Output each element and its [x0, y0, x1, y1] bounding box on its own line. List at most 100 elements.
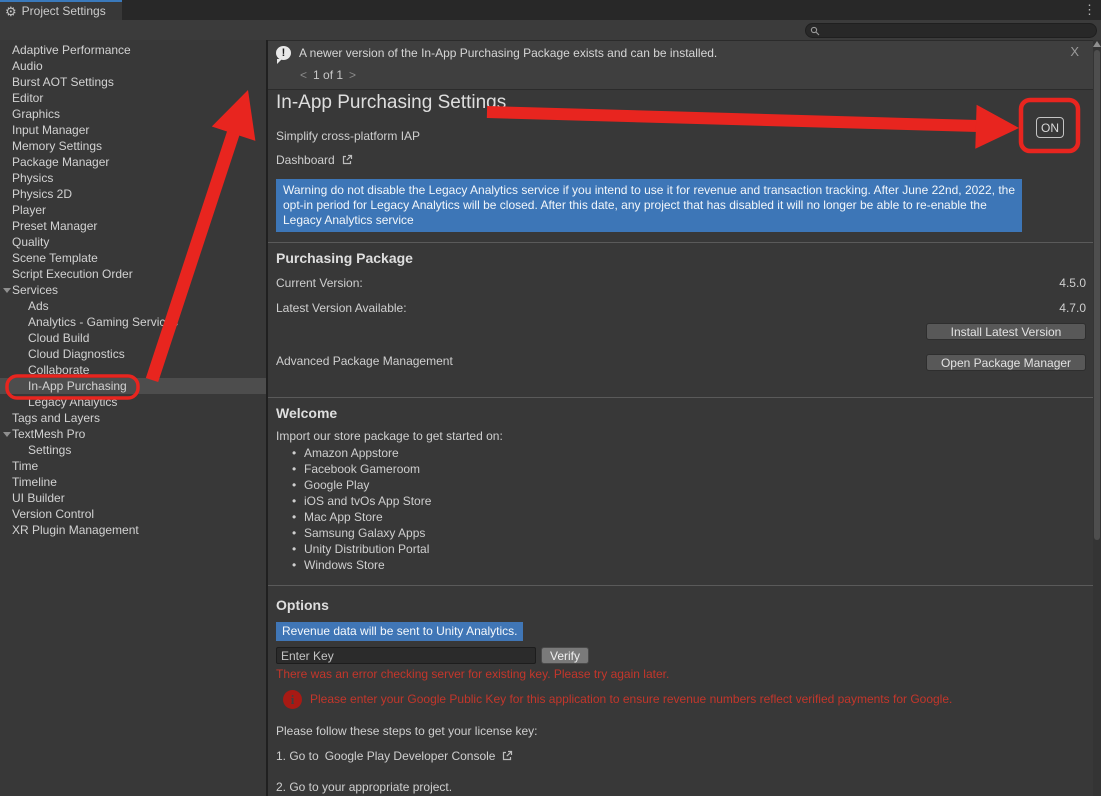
pager-count: 1 of 1 [313, 68, 343, 82]
sidebar-item[interactable]: Settings [0, 442, 266, 458]
gear-icon: ⚙ [5, 5, 17, 18]
sidebar-item-label: Physics 2D [12, 187, 72, 201]
sidebar-item-label: Cloud Diagnostics [28, 347, 125, 361]
search-input[interactable] [823, 25, 1083, 37]
close-icon[interactable]: X [1070, 44, 1079, 59]
current-version-label: Current Version: [276, 276, 363, 290]
sidebar-item[interactable]: Time [0, 458, 266, 474]
google-key-input[interactable] [276, 647, 536, 664]
sidebar-item[interactable]: Package Manager [0, 154, 266, 170]
search-box[interactable] [805, 23, 1097, 38]
sidebar-item[interactable]: In-App Purchasing [0, 378, 266, 394]
notification-banner: ! A newer version of the In-App Purchasi… [268, 40, 1093, 90]
sidebar-item[interactable]: Timeline [0, 474, 266, 490]
sidebar-list: Adaptive Performance Audio Burst AOT Set… [0, 40, 266, 538]
sidebar-item[interactable]: Services [0, 282, 266, 298]
sidebar-item[interactable]: Editor [0, 90, 266, 106]
license-steps-intro: Please follow these steps to get your li… [276, 724, 537, 738]
store-list: Amazon AppstoreFacebook GameroomGoogle P… [292, 445, 431, 573]
sidebar-item-label: Script Execution Order [12, 267, 133, 281]
external-link-icon[interactable] [341, 154, 353, 166]
vertical-scrollbar[interactable] [1093, 40, 1101, 796]
open-package-manager-button[interactable]: Open Package Manager [926, 354, 1086, 371]
sidebar-item[interactable]: Quality [0, 234, 266, 250]
store-list-item: Facebook Gameroom [292, 461, 431, 477]
scrollbar-thumb[interactable] [1094, 50, 1100, 540]
sidebar-item[interactable]: Version Control [0, 506, 266, 522]
sidebar-item[interactable]: Cloud Build [0, 330, 266, 346]
sidebar-item-label: Analytics - Gaming Services [28, 315, 178, 329]
iap-on-toggle[interactable]: ON [1036, 117, 1064, 138]
pager-next-button[interactable]: > [349, 68, 356, 82]
notification-pager: < 1 of 1 > [300, 68, 356, 82]
sidebar-item[interactable]: Script Execution Order [0, 266, 266, 282]
sidebar-item[interactable]: Player [0, 202, 266, 218]
purchasing-package-heading: Purchasing Package [276, 250, 413, 266]
alert-bubble-icon: ! [276, 46, 291, 60]
sidebar-item-label: Settings [28, 443, 71, 457]
step2-text: 2. Go to your appropriate project. [276, 780, 452, 794]
install-latest-version-button[interactable]: Install Latest Version [926, 323, 1086, 340]
scroll-up-icon[interactable] [1093, 41, 1101, 47]
sidebar-item[interactable]: XR Plugin Management [0, 522, 266, 538]
sidebar-item-label: Audio [12, 59, 43, 73]
store-list-item: Google Play [292, 477, 431, 493]
sidebar-item[interactable]: Burst AOT Settings [0, 74, 266, 90]
welcome-intro: Import our store package to get started … [276, 429, 503, 443]
error-info-icon: i [283, 690, 302, 709]
sidebar-item[interactable]: Ads [0, 298, 266, 314]
google-play-console-link[interactable]: Google Play Developer Console [325, 749, 496, 763]
sidebar-item[interactable]: Memory Settings [0, 138, 266, 154]
sidebar-item-label: Player [12, 203, 46, 217]
sidebar-item[interactable]: Legacy Analytics [0, 394, 266, 410]
sidebar-item[interactable]: Audio [0, 58, 266, 74]
sidebar-item-label: Cloud Build [28, 331, 89, 345]
sidebar-item[interactable]: TextMesh Pro [0, 426, 266, 442]
sidebar-item-label: UI Builder [12, 491, 65, 505]
tab-title: Project Settings [22, 4, 106, 18]
main-panel: ! A newer version of the In-App Purchasi… [268, 40, 1101, 796]
sidebar-item-label: XR Plugin Management [12, 523, 139, 537]
store-list-item: iOS and tvOs App Store [292, 493, 431, 509]
settings-sidebar: Adaptive Performance Audio Burst AOT Set… [0, 40, 268, 796]
sidebar-item[interactable]: UI Builder [0, 490, 266, 506]
page-subtitle: Simplify cross-platform IAP [276, 129, 420, 143]
sidebar-item[interactable]: Preset Manager [0, 218, 266, 234]
notification-message: A newer version of the In-App Purchasing… [299, 46, 717, 60]
store-list-item: Mac App Store [292, 509, 431, 525]
sidebar-item[interactable]: Analytics - Gaming Services [0, 314, 266, 330]
sidebar-item-label: Ads [28, 299, 49, 313]
pager-prev-button[interactable]: < [300, 68, 307, 82]
sidebar-item-label: Quality [12, 235, 49, 249]
external-link-icon[interactable] [501, 750, 513, 762]
sidebar-item-label: Adaptive Performance [12, 43, 131, 57]
sidebar-item-label: Version Control [12, 507, 94, 521]
tab-project-settings[interactable]: ⚙ Project Settings [0, 0, 122, 20]
sidebar-item-label: Memory Settings [12, 139, 102, 153]
kebab-menu-icon[interactable]: ⋮ [1083, 2, 1096, 18]
sidebar-item[interactable]: Physics 2D [0, 186, 266, 202]
store-list-item: Unity Distribution Portal [292, 541, 431, 557]
sidebar-item-label: Editor [12, 91, 43, 105]
sidebar-item-label: Input Manager [12, 123, 89, 137]
sidebar-item[interactable]: Collaborate [0, 362, 266, 378]
store-list-item: Samsung Galaxy Apps [292, 525, 431, 541]
sidebar-item-label: Preset Manager [12, 219, 97, 233]
sidebar-item[interactable]: Graphics [0, 106, 266, 122]
toolbar [0, 20, 1101, 40]
dashboard-link[interactable]: Dashboard [276, 153, 335, 167]
sidebar-item-label: Timeline [12, 475, 57, 489]
current-version-value: 4.5.0 [1059, 276, 1086, 290]
google-key-warning-text: Please enter your Google Public Key for … [310, 692, 952, 706]
sidebar-item[interactable]: Scene Template [0, 250, 266, 266]
sidebar-item[interactable]: Cloud Diagnostics [0, 346, 266, 362]
foldout-arrow-icon[interactable] [3, 432, 11, 437]
verify-button[interactable]: Verify [541, 647, 589, 664]
foldout-arrow-icon[interactable] [3, 288, 11, 293]
sidebar-item[interactable]: Tags and Layers [0, 410, 266, 426]
sidebar-item[interactable]: Input Manager [0, 122, 266, 138]
latest-version-value: 4.7.0 [1059, 301, 1086, 315]
sidebar-item[interactable]: Physics [0, 170, 266, 186]
sidebar-item[interactable]: Adaptive Performance [0, 42, 266, 58]
step1-prefix: 1. Go to [276, 749, 319, 763]
